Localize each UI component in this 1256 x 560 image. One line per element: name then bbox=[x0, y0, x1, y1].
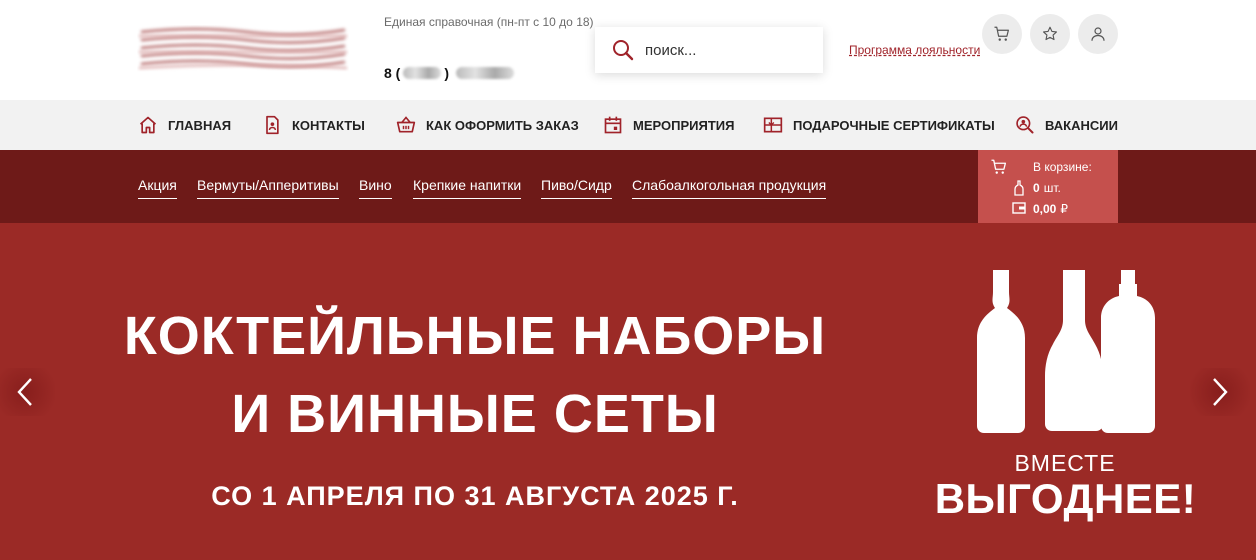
nav-item-label: ПОДАРОЧНЫЕ СЕРТИФИКАТЫ bbox=[793, 117, 995, 133]
basket-icon bbox=[396, 116, 416, 133]
account-button[interactable] bbox=[1078, 14, 1118, 54]
cart-icon bbox=[991, 159, 1007, 174]
phone-digits-hidden bbox=[456, 67, 515, 79]
chevron-left-icon bbox=[17, 378, 32, 406]
cart-button[interactable] bbox=[982, 14, 1022, 54]
phone-number[interactable]: 8 ( ) bbox=[384, 65, 515, 81]
chevron-right-icon bbox=[1213, 378, 1228, 406]
gift-card-icon bbox=[763, 117, 783, 133]
site-header: Единая справочная (пн-пт с 10 до 18) 8 (… bbox=[0, 0, 1256, 100]
wallet-icon bbox=[1012, 202, 1026, 214]
cart-total-value: 0,00 bbox=[1033, 202, 1057, 216]
cart-count-value: 0 bbox=[1033, 181, 1040, 195]
cart-total-currency: ₽ bbox=[1060, 202, 1068, 216]
slider-next-button[interactable] bbox=[1190, 368, 1250, 416]
cart-total: 0,00 ₽ bbox=[1033, 202, 1068, 216]
nav-item-label: МЕРОПРИЯТИЯ bbox=[633, 117, 735, 133]
loyalty-program-link[interactable]: Программа лояльности bbox=[849, 43, 980, 57]
cart-title: В корзине: bbox=[1033, 160, 1092, 174]
contacts-icon bbox=[266, 115, 279, 135]
nav-item-label: ГЛАВНАЯ bbox=[168, 117, 232, 133]
nav-item-gift-certificates[interactable]: ПОДАРОЧНЫЕ СЕРТИФИКАТЫ bbox=[763, 100, 995, 150]
home-icon bbox=[139, 116, 157, 134]
cart-icon bbox=[994, 26, 1009, 41]
nav-item-how-to-order[interactable]: КАК ОФОРМИТЬ ЗАКАЗ bbox=[396, 100, 579, 150]
nav-item-events[interactable]: МЕРОПРИЯТИЯ bbox=[603, 100, 734, 150]
search-input[interactable] bbox=[645, 41, 805, 59]
phone-mid: ) bbox=[444, 65, 450, 81]
promo-banner[interactable]: КОКТЕЙЛЬНЫЕ НАБОРЫ И ВИННЫЕ СЕТЫ СО 1 АП… bbox=[0, 223, 1256, 560]
banner-dates: СО 1 АПРЕЛЯ ПО 31 АВГУСТА 2025 Г. bbox=[211, 481, 739, 511]
phone-code-hidden bbox=[403, 67, 442, 79]
nav-item-home[interactable]: ГЛАВНАЯ bbox=[138, 100, 231, 150]
category-link[interactable]: Крепкие напитки bbox=[413, 177, 522, 199]
nav-item-label: КАК ОФОРМИТЬ ЗАКАЗ bbox=[426, 117, 579, 133]
slider-prev-button[interactable] bbox=[0, 368, 55, 416]
banner-title-line1: КОКТЕЙЛЬНЫЕ НАБОРЫ bbox=[123, 306, 827, 366]
category-link[interactable]: Вино bbox=[359, 177, 392, 199]
bottles-illustration bbox=[977, 270, 1155, 433]
category-link[interactable]: Слабоалкогольная продукция bbox=[632, 177, 827, 199]
banner-tagline-1: ВМЕСТЕ bbox=[1014, 450, 1116, 476]
category-link[interactable]: Пиво/Сидр bbox=[541, 177, 612, 199]
nav-item-contacts[interactable]: КОНТАКТЫ bbox=[262, 100, 365, 150]
cart-count: 0 шт. bbox=[1033, 181, 1061, 195]
search-box[interactable] bbox=[595, 27, 823, 73]
favorites-button[interactable] bbox=[1030, 14, 1070, 54]
calendar-icon bbox=[604, 116, 622, 134]
category-link[interactable]: Акция bbox=[138, 177, 177, 199]
nav-item-label: ВАКАНСИИ bbox=[1045, 117, 1118, 133]
star-icon bbox=[1042, 26, 1058, 41]
cart-count-unit: шт. bbox=[1043, 181, 1061, 195]
search-person-icon bbox=[1016, 116, 1034, 134]
cart-summary[interactable]: В корзине: 0 шт. 0,00 ₽ bbox=[978, 150, 1118, 223]
search-icon[interactable] bbox=[611, 38, 635, 62]
bottle-icon bbox=[1014, 180, 1024, 196]
nav-item-vacancies[interactable]: ВАКАНСИИ bbox=[1015, 100, 1118, 150]
hotline-label: Единая справочная (пн-пт с 10 до 18) bbox=[384, 15, 594, 29]
user-icon bbox=[1091, 27, 1105, 41]
phone-prefix: 8 ( bbox=[384, 65, 401, 81]
nav-item-label: КОНТАКТЫ bbox=[292, 117, 365, 133]
banner-tagline-2: ВЫГОДНЕЕ! bbox=[934, 475, 1197, 522]
site-logo[interactable] bbox=[137, 22, 349, 74]
category-link[interactable]: Вермуты/Апперитивы bbox=[197, 177, 339, 199]
main-navigation: ГЛАВНАЯ КОНТАКТЫ КАК ОФОРМИТЬ ЗАКАЗ МЕРО… bbox=[0, 100, 1256, 150]
banner-title-line2: И ВИННЫЕ СЕТЫ bbox=[231, 384, 719, 444]
